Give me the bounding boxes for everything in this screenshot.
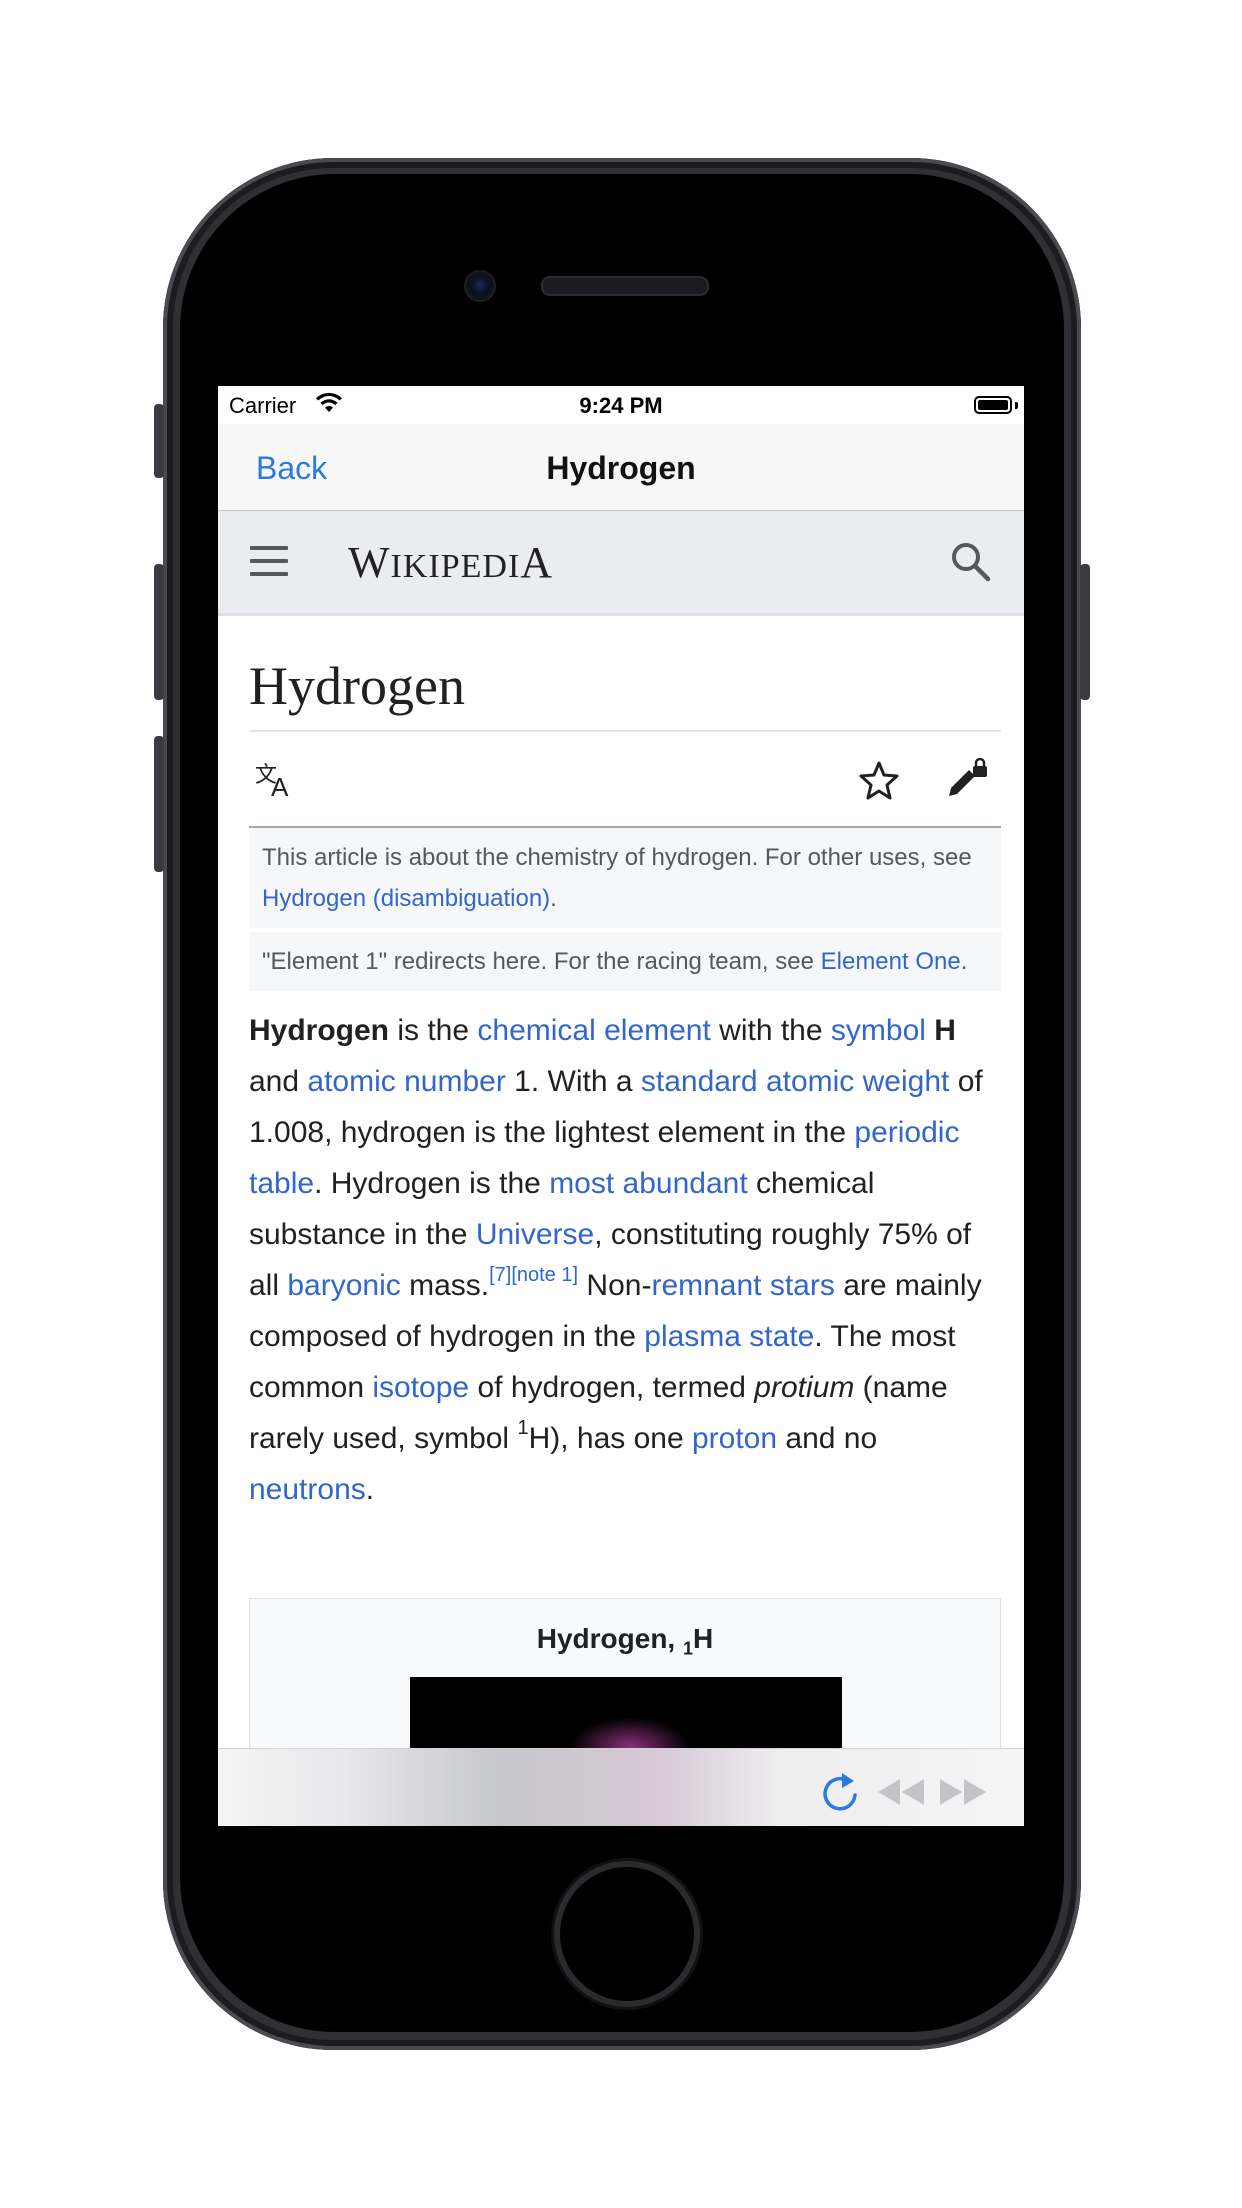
link-most-abundant[interactable]: most abundant xyxy=(549,1167,747,1200)
svg-text:A: A xyxy=(271,772,289,800)
link-standard-atomic-weight[interactable]: standard atomic weight xyxy=(641,1065,950,1098)
hatnote-text: This article is about the chemistry of h… xyxy=(262,844,972,871)
text: Non- xyxy=(578,1269,652,1302)
text: and no xyxy=(777,1422,878,1455)
text: . Hydrogen is the xyxy=(314,1167,550,1200)
infobox-atomic-number: 1 xyxy=(682,1638,693,1659)
text: . xyxy=(365,1473,375,1506)
hatnote-link-element-one[interactable]: Element One xyxy=(821,948,961,975)
lead-paragraph: Hydrogen is the chemical element with th… xyxy=(249,1005,1001,1515)
mute-switch xyxy=(154,404,164,478)
battery-icon xyxy=(974,396,1012,414)
citation-7[interactable]: [7] xyxy=(489,1264,511,1286)
hatnote-redirect: "Element 1" redirects here. For the raci… xyxy=(249,932,1001,991)
hatnote-link-disambiguation[interactable]: Hydrogen (disambiguation) xyxy=(262,885,550,912)
italic-term: protium xyxy=(754,1371,855,1404)
status-bar: Carrier 9:24 PM xyxy=(218,386,1024,424)
home-button[interactable] xyxy=(554,1861,700,2007)
hatnote-period: . xyxy=(960,948,968,975)
link-baryonic[interactable]: baryonic xyxy=(287,1269,400,1302)
language-icon[interactable]: 文 A xyxy=(255,760,299,805)
fast-forward-icon[interactable] xyxy=(938,1777,988,1812)
link-isotope[interactable]: isotope xyxy=(372,1371,469,1404)
nav-title: Hydrogen xyxy=(546,450,696,486)
wikipedia-header: WIKIPEDIA xyxy=(218,511,1024,616)
front-camera xyxy=(464,270,496,302)
citation-note-1[interactable]: [note 1] xyxy=(511,1264,578,1286)
screen: Carrier 9:24 PM Back Hydrogen WIKIPEDIA xyxy=(218,386,1024,1826)
wordmark-a: A xyxy=(520,538,554,587)
star-icon[interactable] xyxy=(859,760,899,805)
text: 1. With a xyxy=(505,1065,641,1098)
hatnote-disambiguation: This article is about the chemistry of h… xyxy=(249,828,1001,928)
link-neutrons[interactable]: neutrons xyxy=(249,1473,366,1506)
bold-term: Hydrogen xyxy=(249,1014,390,1047)
wordmark-w: W xyxy=(348,538,391,587)
link-universe[interactable]: Universe xyxy=(476,1218,594,1251)
power-button xyxy=(1080,564,1090,700)
hatnote-period: . xyxy=(550,885,557,912)
superscript-mass-number: 1 xyxy=(517,1417,529,1439)
edit-lock-icon[interactable] xyxy=(945,757,989,807)
text: of hydrogen, termed xyxy=(469,1371,755,1404)
wikipedia-wordmark[interactable]: WIKIPEDIA xyxy=(348,537,553,588)
battery-tip xyxy=(1015,402,1018,409)
article-content: Hydrogen 文 A This article is about the c… xyxy=(249,614,1001,1515)
link-proton[interactable]: proton xyxy=(692,1422,777,1455)
wordmark-middle: IKIPEDI xyxy=(390,548,521,585)
bottom-toolbar xyxy=(218,1748,1024,1826)
link-remnant-stars[interactable]: remnant stars xyxy=(651,1269,834,1302)
bold-symbol: H xyxy=(934,1014,956,1047)
infobox-title-text: Hydrogen, xyxy=(536,1623,683,1654)
navigation-bar: Back Hydrogen xyxy=(218,424,1024,511)
text: with the xyxy=(710,1014,831,1047)
infobox-title: Hydrogen, 1H xyxy=(250,1623,1000,1660)
volume-up-button xyxy=(154,564,164,700)
search-icon[interactable] xyxy=(950,541,992,588)
text: mass. xyxy=(400,1269,490,1302)
text: and xyxy=(249,1065,308,1098)
status-time: 9:24 PM xyxy=(579,393,663,418)
reload-icon[interactable] xyxy=(818,1771,862,1820)
rewind-icon[interactable] xyxy=(876,1777,926,1812)
infobox-symbol: H xyxy=(693,1623,714,1654)
text: is the xyxy=(389,1014,478,1047)
link-plasma-state[interactable]: plasma state xyxy=(644,1320,814,1353)
page-title: Hydrogen xyxy=(249,656,1001,732)
text: H), has one xyxy=(528,1422,692,1455)
volume-down-button xyxy=(154,736,164,872)
link-symbol[interactable]: symbol xyxy=(831,1014,926,1047)
link-atomic-number[interactable]: atomic number xyxy=(307,1065,505,1098)
page-actions-toolbar: 文 A xyxy=(249,732,1001,828)
link-chemical-element[interactable]: chemical element xyxy=(477,1014,710,1047)
earpiece-speaker xyxy=(541,276,709,296)
hatnote-text: "Element 1" redirects here. For the raci… xyxy=(262,948,821,975)
hamburger-menu-icon[interactable] xyxy=(250,546,288,585)
